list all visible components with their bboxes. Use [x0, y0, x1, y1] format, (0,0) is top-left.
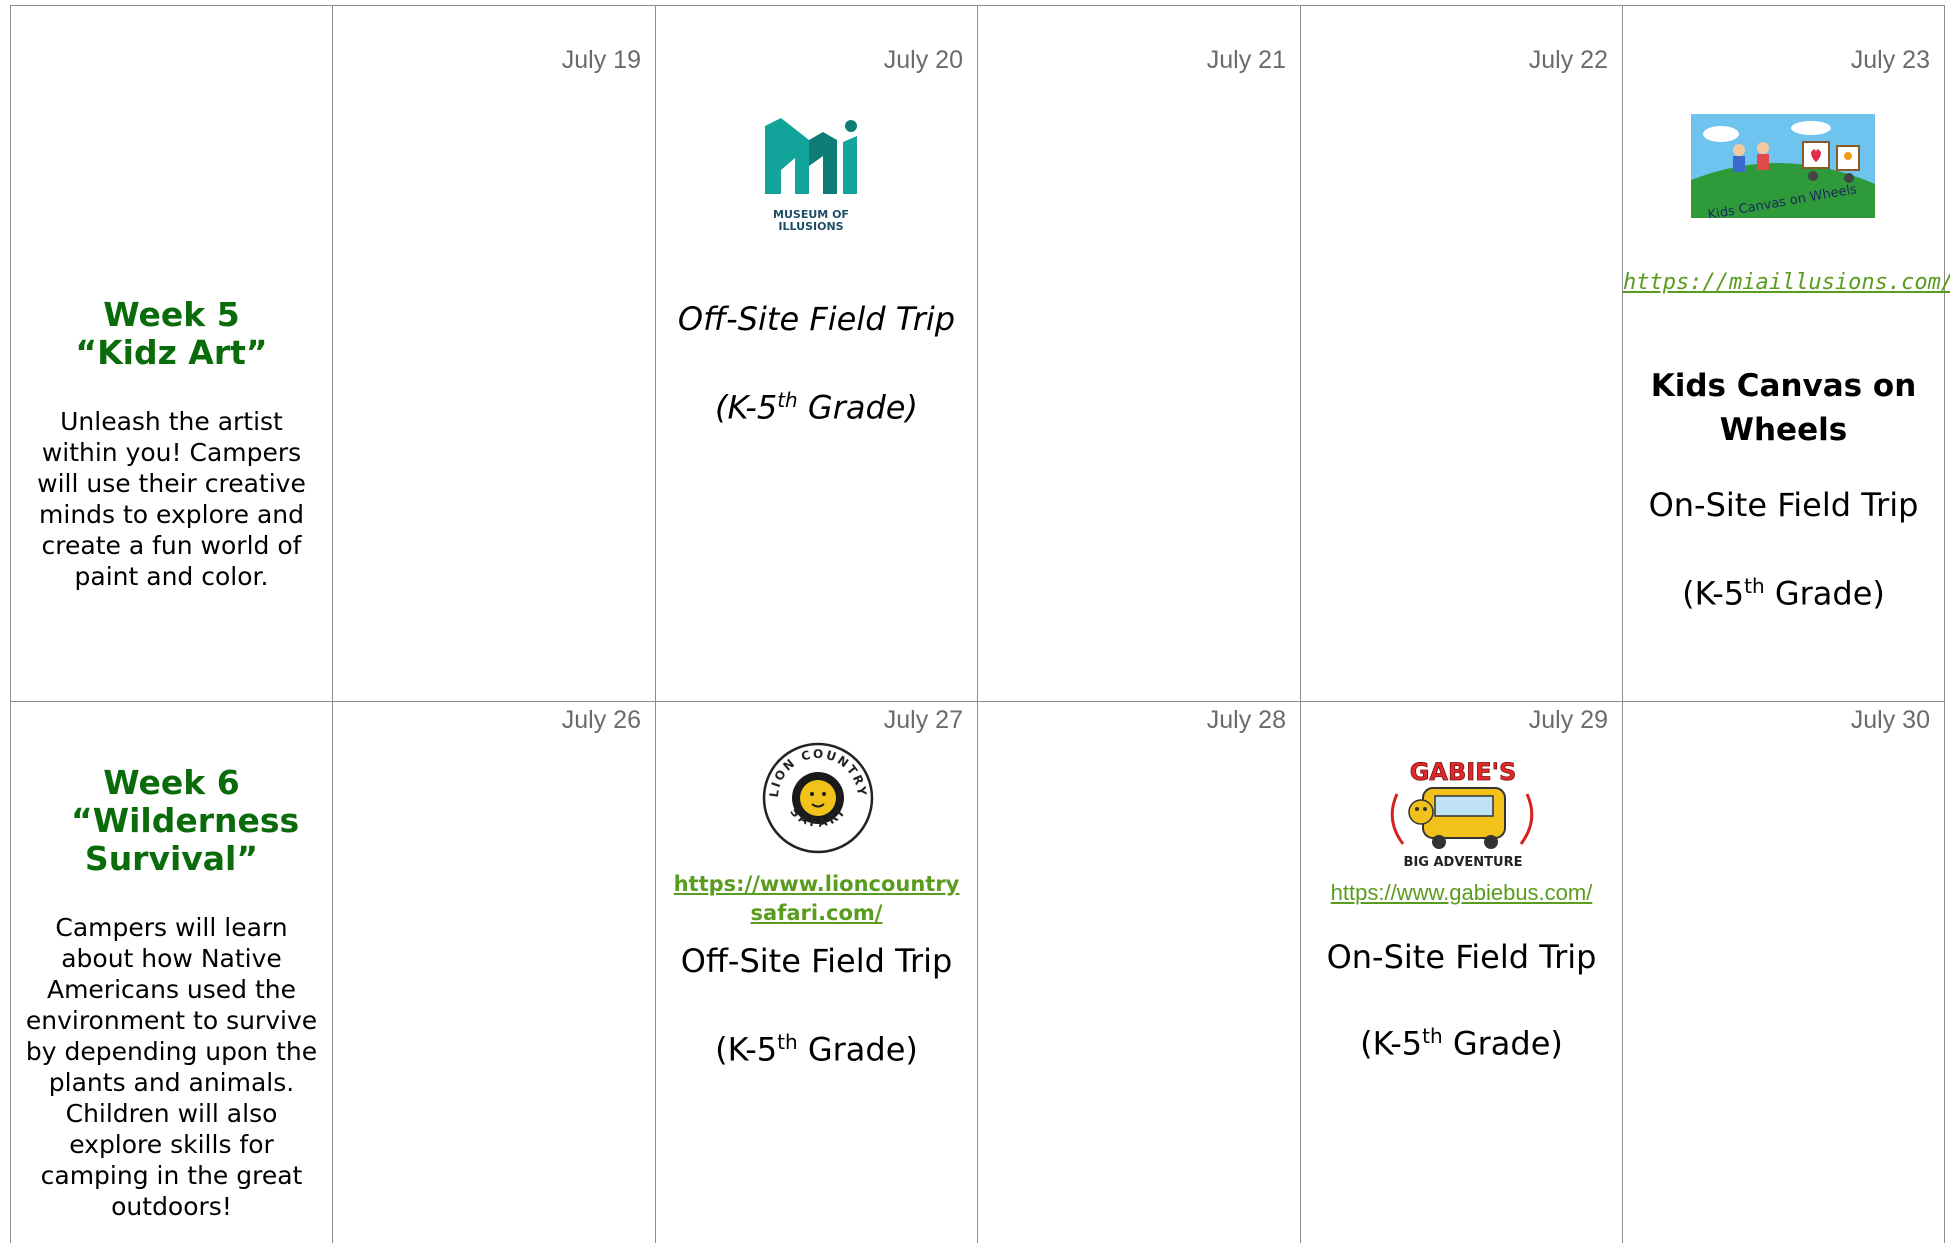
grade-sup: th [1744, 574, 1765, 598]
kids-canvas-logo-icon: Kids Canvas on Wheels [1691, 114, 1875, 223]
day-cell-jul26: July 26 [333, 702, 655, 1243]
grade-suffix: Grade) [1764, 574, 1885, 613]
day-cell-jul21: July 21 [978, 6, 1300, 701]
lion-country-safari-logo-icon: LION COUNTRY SAFARI [762, 742, 874, 854]
grade-sup: th [1422, 1024, 1443, 1048]
day-cell-jul29: July 29 GABIE'S BIG ADVENTURE https://ww… [1301, 702, 1622, 1243]
day-cell-jul23: July 23 Kids Canvas on Wheels https://mi… [1623, 6, 1950, 701]
trip-type: Off-Site Field Trip [677, 300, 956, 338]
week6-description: Campers will learn about how Native Amer… [25, 913, 318, 1221]
logo-text: GABIE'S [1410, 758, 1517, 786]
day-cell-jul19: July 19 [333, 6, 655, 701]
kids-canvas-on-wheels-logo: Kids Canvas on Wheels [1691, 114, 1875, 223]
trip-type: Off-Site Field Trip [680, 942, 953, 980]
grade-prefix: (K-5 [1360, 1024, 1423, 1063]
week5-description: Unleash the artist within you! Campers w… [37, 407, 306, 591]
date-label: July 19 [561, 46, 641, 74]
date-label: July 22 [1528, 46, 1608, 74]
grade-range: (K-5th Grade) [656, 1030, 977, 1069]
grade-suffix: Grade) [797, 388, 918, 427]
lion-country-safari-logo: LION COUNTRY SAFARI [760, 740, 876, 856]
date-label: July 21 [1206, 46, 1286, 74]
website-link[interactable]: https://www.gabiebus.com/ [1301, 880, 1622, 906]
logo-text: BIG ADVENTURE [1404, 855, 1523, 870]
date-label: July 30 [1850, 706, 1930, 734]
website-link-text[interactable]: https://www.gabiebus.com/ [1331, 880, 1593, 905]
trip-type: On-Site Field Trip [1648, 486, 1919, 524]
grade-suffix: Grade) [1442, 1024, 1563, 1063]
date-label: July 29 [1528, 706, 1608, 734]
day-cell-jul27: July 27 LION COUNTRY SAFARI https://www.… [656, 702, 977, 1243]
grade-range: (K-5th Grade) [1623, 574, 1944, 613]
website-link-text[interactable]: https://www.lioncountrysafari.com/ [674, 872, 960, 925]
grade-prefix: (K-5 [715, 388, 778, 427]
week5-title-theme: “Kidz Art” [75, 333, 268, 372]
website-link-text[interactable]: https://miaillusions.com/ [1623, 270, 1950, 295]
date-label: July 26 [561, 706, 641, 734]
grade-prefix: (K-5 [1682, 574, 1745, 613]
partner-name: Kids Canvas on Wheels [1650, 368, 1917, 448]
museum-of-illusions-logo-icon: MUSEUM OF ILLUSIONS [765, 118, 857, 233]
grade-suffix: Grade) [797, 1030, 918, 1069]
website-link[interactable]: https://www.lioncountrysafari.com/ [656, 870, 977, 928]
trip-type: On-Site Field Trip [1326, 938, 1597, 976]
gabies-bus-logo-icon: GABIE'S BIG ADVENTURE [1390, 758, 1534, 870]
week5-title: Week 5 “Kidz Art” [11, 296, 332, 372]
date-label: July 28 [1206, 706, 1286, 734]
day-cell-jul22: July 22 [1301, 6, 1622, 701]
museum-of-illusions-logo: MUSEUM OF ILLUSIONS [711, 106, 916, 256]
date-label: July 23 [1850, 46, 1930, 74]
grade-sup: th [777, 1030, 798, 1054]
website-link[interactable]: https://miaillusions.com/ [1623, 270, 1950, 295]
week6-title: Week 6 “Wilderness Survival” [11, 764, 332, 878]
grade-range: (K-5th Grade) [1301, 1024, 1622, 1063]
week6-cell: Week 6 “Wilderness Survival” Campers wil… [11, 702, 332, 1243]
gabies-big-adventure-logo: GABIE'S BIG ADVENTURE [1383, 754, 1541, 872]
week6-title-number: Week 6 [103, 763, 240, 802]
week6-title-theme: “Wilderness Survival” [71, 801, 300, 878]
week5-cell: Week 5 “Kidz Art” Unleash the artist wit… [11, 6, 332, 701]
date-label: July 20 [883, 46, 963, 74]
calendar-grid: Week 5 “Kidz Art” Unleash the artist wit… [0, 0, 1950, 1243]
grade-range: (K-5th Grade) [656, 388, 977, 427]
date-label: July 27 [883, 706, 963, 734]
grade-prefix: (K-5 [715, 1030, 778, 1069]
grid-col-border [1944, 5, 1945, 1243]
day-cell-jul28: July 28 [978, 702, 1300, 1243]
day-cell-jul20: July 20 MUSEUM OF ILLUSIONS Off-Site Fie… [656, 6, 977, 701]
week5-title-number: Week 5 [103, 295, 240, 334]
logo-text: ILLUSIONS [778, 220, 843, 233]
grade-sup: th [777, 388, 798, 412]
day-cell-jul30: July 30 [1623, 702, 1944, 1243]
